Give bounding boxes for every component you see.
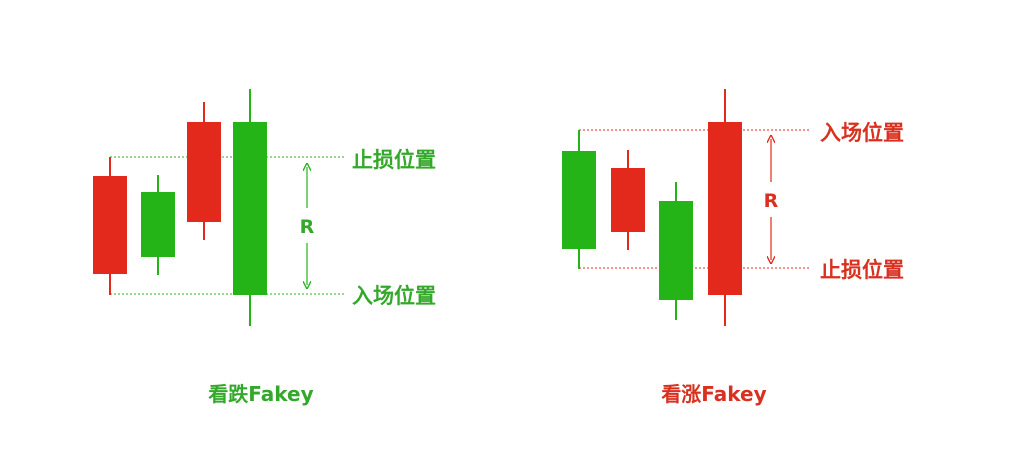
- bullish-r-label: R: [764, 190, 779, 212]
- bullish-candle-4: [708, 89, 742, 326]
- bearish-candle-2: [141, 175, 175, 275]
- bearish-candle-4: [233, 89, 267, 326]
- bullish-caption: 看涨Fakey: [661, 382, 766, 406]
- bearish-fakey-group: R 止损位置 入场位置 看跌Fakey: [93, 89, 436, 406]
- bullish-candle-1: [562, 130, 596, 269]
- bearish-candle-1: [93, 157, 127, 295]
- bullish-candle-2: [611, 150, 645, 250]
- fakey-diagram: R 止损位置 入场位置 看跌Fakey R 入场位置 止损位置 看涨Fakey: [93, 89, 904, 406]
- bullish-entry-label: 入场位置: [820, 121, 904, 145]
- bearish-caption: 看跌Fakey: [208, 382, 313, 406]
- bearish-stop-label: 止损位置: [352, 148, 436, 172]
- bullish-stop-label: 止损位置: [820, 258, 904, 282]
- bearish-entry-label: 入场位置: [352, 284, 436, 308]
- bearish-candle-3: [187, 102, 221, 240]
- bearish-r-label: R: [300, 216, 315, 238]
- bullish-candle-3: [659, 182, 693, 320]
- bullish-fakey-group: R 入场位置 止损位置 看涨Fakey: [562, 89, 904, 406]
